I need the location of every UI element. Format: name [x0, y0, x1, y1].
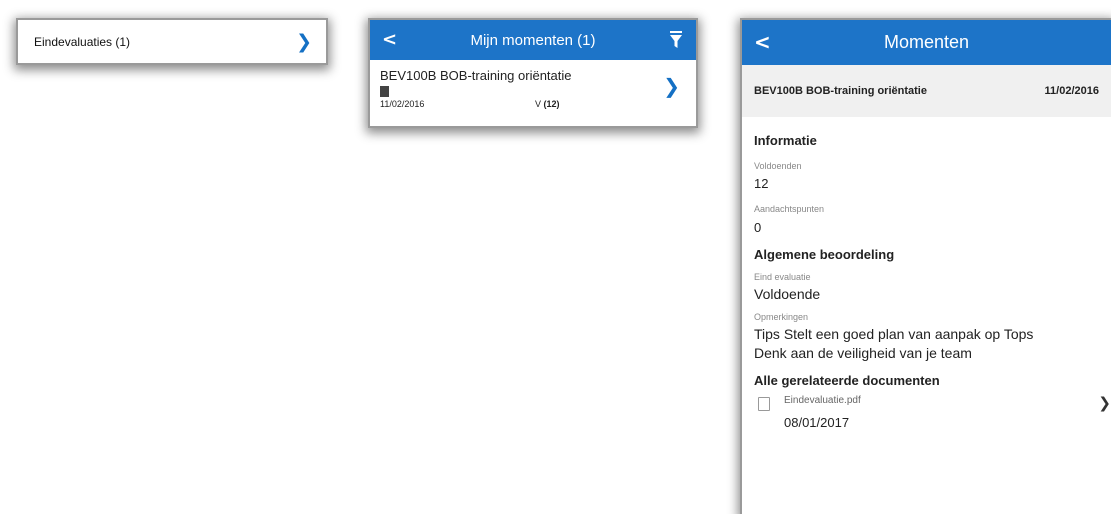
- voldoenden-value: 12: [754, 176, 769, 191]
- mijn-momenten-header: < Mijn momenten (1): [370, 20, 696, 60]
- back-icon[interactable]: <: [754, 30, 771, 54]
- eind-evaluatie-label: Eind evaluatie: [754, 272, 811, 282]
- pdf-icon: [758, 397, 770, 411]
- eindevaluaties-panel: Eindevaluaties (1) ❯: [18, 20, 326, 63]
- aandachtspunten-label: Aandachtspunten: [754, 204, 825, 214]
- eindevaluaties-label: Eindevaluaties (1): [34, 34, 131, 49]
- voldoenden-label: Voldoenden: [754, 161, 802, 171]
- aandachtspunten-value: 0: [754, 220, 762, 235]
- document-icon: [380, 86, 389, 97]
- document-name: Eindevaluatie.pdf: [784, 395, 861, 406]
- document-date: 08/01/2017: [784, 415, 850, 430]
- chevron-right-icon: ❯: [296, 30, 312, 53]
- informatie-heading: Informatie: [754, 133, 817, 148]
- documenten-heading: Alle gerelateerde documenten: [754, 373, 940, 388]
- eindevaluaties-row[interactable]: Eindevaluaties (1) ❯: [18, 20, 326, 63]
- moment-date: 11/02/2016: [380, 99, 425, 109]
- chevron-right-icon: ❯: [1098, 394, 1111, 412]
- moment-score: V (12): [535, 99, 560, 109]
- beoordeling-heading: Algemene beoordeling: [754, 247, 895, 262]
- page-title: Mijn momenten (1): [470, 31, 596, 49]
- document-row[interactable]: Eindevaluatie.pdf ❯ 08/01/2017: [754, 394, 1111, 430]
- chevron-right-icon: ❯: [663, 74, 680, 98]
- opmerkingen-line-2: Denk aan de veiligheid van je team: [754, 345, 972, 361]
- score-value: (12): [543, 99, 560, 109]
- moment-name: BEV100B BOB-training oriëntatie: [380, 68, 572, 83]
- mijn-momenten-panel: < Mijn momenten (1) BEV100B BOB-training…: [370, 20, 696, 126]
- moment-subheader: BEV100B BOB-training oriëntatie 11/02/20…: [742, 65, 1111, 117]
- moment-code: BEV100B BOB-training oriëntatie: [754, 85, 927, 97]
- opmerkingen-line-1: Tips Stelt een goed plan van aanpak op T…: [754, 326, 1034, 342]
- moment-meta: 11/02/2016 V (12): [380, 99, 686, 109]
- filter-icon[interactable]: [670, 31, 682, 49]
- moment-date: 11/02/2016: [1044, 85, 1099, 97]
- moment-list-item[interactable]: BEV100B BOB-training oriëntatie 11/02/20…: [370, 60, 696, 126]
- opmerkingen-label: Opmerkingen: [754, 312, 809, 322]
- score-prefix: V: [535, 99, 544, 109]
- back-icon[interactable]: <: [382, 29, 397, 50]
- page-title: Momenten: [883, 32, 970, 52]
- eind-evaluatie-value: Voldoende: [754, 286, 821, 302]
- momenten-header: < Momenten: [742, 20, 1111, 65]
- momenten-detail-panel: < Momenten BEV100B BOB-training oriëntat…: [742, 20, 1111, 514]
